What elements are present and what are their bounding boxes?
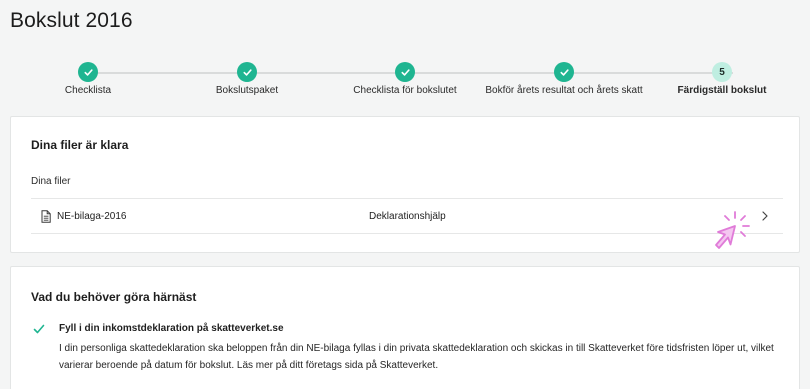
- page-title: Bokslut 2016: [10, 9, 133, 32]
- files-subheading: Dina filer: [31, 176, 71, 187]
- progress-stepper: Checklista Bokslutspaket Checklista för …: [10, 60, 800, 104]
- check-icon: [78, 62, 98, 82]
- file-icon: [40, 209, 52, 223]
- next-steps-heading: Vad du behöver göra härnäst: [31, 290, 197, 304]
- check-icon: [33, 324, 45, 334]
- step-number: 5: [712, 62, 732, 82]
- chevron-right-icon[interactable]: [761, 210, 769, 222]
- check-icon: [237, 62, 257, 82]
- check-icon: [395, 62, 415, 82]
- check-icon: [554, 62, 574, 82]
- next-steps-card: Vad du behöver göra härnäst Fyll i din i…: [10, 266, 800, 389]
- step-label: Färdigställ bokslut: [677, 85, 767, 96]
- file-help-link[interactable]: Deklarationshjälp: [369, 211, 446, 222]
- pointer-click-icon: [715, 211, 750, 249]
- checklist-item-title: Fyll i din inkomstdeklaration på skattev…: [59, 323, 284, 334]
- files-card: Dina filer är klara Dina filer NE-bilaga…: [10, 116, 800, 253]
- file-row[interactable]: NE-bilaga-2016 Deklarationshjälp: [31, 198, 783, 234]
- files-heading: Dina filer är klara: [31, 138, 129, 152]
- file-name[interactable]: NE-bilaga-2016: [57, 211, 127, 222]
- checklist-item-body: I din personliga skattedeklaration ska b…: [59, 343, 774, 371]
